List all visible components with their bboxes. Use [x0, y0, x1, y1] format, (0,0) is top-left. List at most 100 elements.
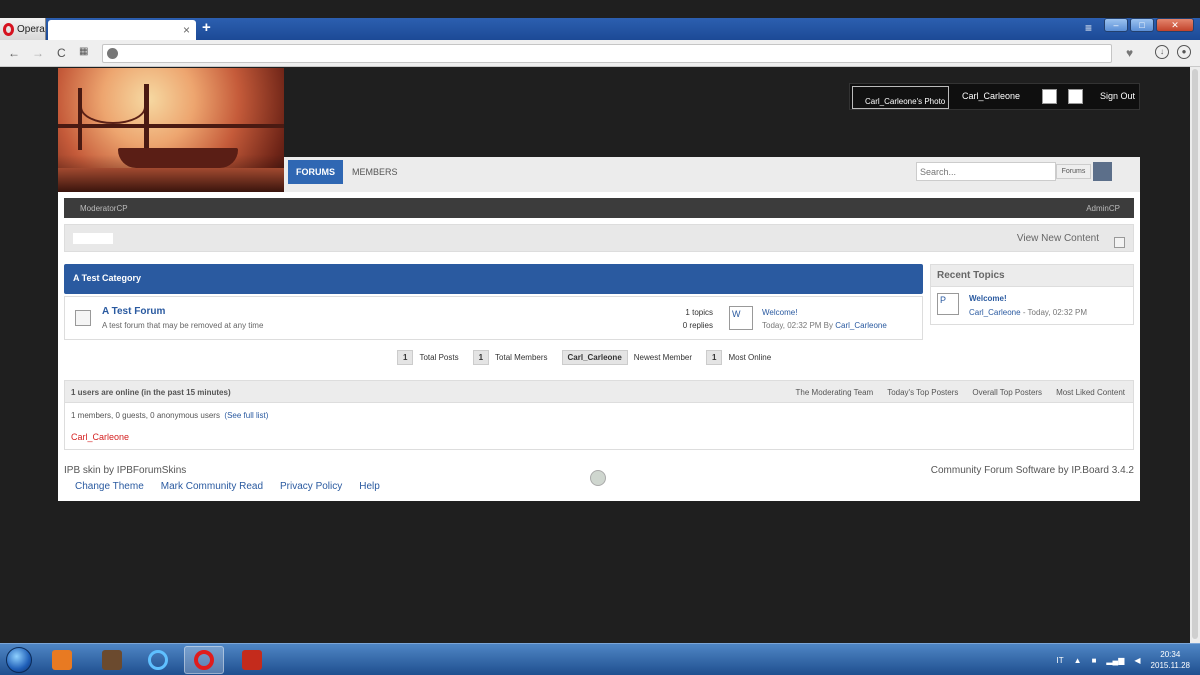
skin-credit: IPB skin by IPBForumSkins [64, 465, 187, 476]
download-icon[interactable]: ↓ [1155, 45, 1169, 59]
clock-date: 2015.11.28 [1150, 661, 1190, 670]
online-summary-text: 1 members, 0 guests, 0 anonymous users [71, 411, 220, 420]
privacy-policy-link[interactable]: Privacy Policy [280, 481, 342, 492]
forum-banner-logo[interactable] [58, 68, 284, 192]
internet-explorer-icon [148, 650, 168, 670]
see-full-list-link[interactable]: (See full list) [224, 411, 268, 420]
newest-member-link[interactable]: Carl_Carleone [561, 350, 628, 365]
account-icon[interactable]: ● [1177, 45, 1191, 59]
windows-taskbar: IT ▲ ■ ▂▄▆ ◀ 20:34 2015.11.28 [0, 643, 1200, 675]
search-input[interactable] [916, 162, 1056, 181]
recent-topic-avatar[interactable]: P [937, 293, 959, 315]
stat-label: Total Posts [419, 353, 459, 362]
stat-value: 1 [706, 350, 723, 365]
speed-dial-icon[interactable]: ▦ [79, 46, 88, 57]
close-window-button[interactable]: ✕ [1156, 18, 1194, 32]
reload-icon[interactable]: C [57, 46, 66, 60]
username-link[interactable]: Carl_Carleone [962, 91, 1020, 101]
network-icon[interactable]: ▂▄▆ [1106, 656, 1124, 665]
taskbar-internet-explorer[interactable] [138, 646, 178, 674]
category-header[interactable]: A Test Category [64, 264, 923, 294]
recent-topic-user-link[interactable]: Carl_Carleone [969, 308, 1021, 317]
site-info-icon[interactable] [107, 48, 118, 59]
moderating-team-link[interactable]: The Moderating Team [796, 388, 874, 397]
system-clock[interactable]: 20:34 2015.11.28 [1151, 649, 1190, 671]
category-title[interactable]: A Test Category [73, 273, 141, 283]
footer-links: Change Theme Mark Community Read Privacy… [75, 481, 380, 492]
recent-topic-date: - Today, 02:32 PM [1020, 308, 1087, 317]
forum-row: A Test Forum A test forum that may be re… [64, 296, 923, 340]
forum-status-icon [75, 310, 91, 326]
heart-icon[interactable]: ♥ [1126, 46, 1133, 60]
primary-nav: FORUMS MEMBERS Forums [284, 157, 1140, 192]
tray-expand-icon[interactable]: ▲ [1074, 656, 1082, 665]
admin-cp-link[interactable]: AdminCP [1086, 204, 1120, 213]
minimize-button[interactable]: – [1104, 18, 1128, 32]
scrollbar-thumb[interactable] [1192, 69, 1198, 639]
search-button[interactable] [1093, 162, 1112, 181]
recent-topics-widget: Recent Topics P Welcome! Carl_Carleone -… [930, 264, 1134, 325]
most-liked-content-link[interactable]: Most Liked Content [1056, 388, 1125, 397]
url-input[interactable] [102, 44, 1112, 63]
user-navigation: Carl_Carleone's Photo Carl_Carleone Sign… [849, 83, 1140, 110]
taskbar-media-player[interactable] [42, 646, 82, 674]
last-post-avatar[interactable]: W [729, 306, 753, 330]
language-indicator[interactable]: IT [1057, 656, 1064, 665]
tray-app-icon[interactable]: ■ [1092, 656, 1097, 665]
stat-label: Newest Member [633, 353, 693, 362]
tab-menu-icon[interactable]: ≡ [1085, 21, 1092, 35]
forward-icon[interactable]: → [32, 46, 44, 60]
notifications-icon[interactable] [1042, 89, 1057, 104]
recent-topics-title: Recent Topics [937, 270, 1005, 281]
board-stats: 1 Total Posts 1 Total Members Carl_Carle… [397, 350, 785, 365]
online-links: The Moderating Team Today's Top Posters … [796, 388, 1125, 397]
filezilla-icon [242, 650, 262, 670]
bridge-tower-left [78, 88, 82, 150]
maximize-button[interactable]: □ [1130, 18, 1154, 32]
main-content: ModeratorCP AdminCP View New Content A T… [58, 192, 1140, 501]
opera-logo-icon [3, 22, 14, 36]
forum-title-link[interactable]: A Test Forum [102, 306, 165, 317]
sign-out-link[interactable]: Sign Out [1100, 91, 1135, 101]
new-tab-button[interactable]: + [202, 19, 211, 36]
rss-icon[interactable] [1114, 237, 1125, 248]
taskbar-game[interactable] [92, 646, 132, 674]
admin-bar: ModeratorCP AdminCP [64, 198, 1134, 218]
forum-reply-count: 0 replies [682, 321, 713, 330]
forum-topic-count: 1 topics [685, 308, 713, 317]
mark-community-read-link[interactable]: Mark Community Read [161, 481, 263, 492]
back-icon[interactable]: ← [8, 46, 20, 60]
todays-top-posters-link[interactable]: Today's Top Posters [887, 388, 958, 397]
stat-value: 1 [472, 350, 490, 365]
moderator-cp-link[interactable]: ModeratorCP [80, 204, 128, 213]
help-link[interactable]: Help [359, 481, 380, 492]
banner-water [58, 168, 284, 192]
change-theme-link[interactable]: Change Theme [75, 481, 144, 492]
tab-close-icon[interactable]: × [183, 23, 190, 37]
bridge-cable [80, 90, 146, 124]
breadcrumb-home[interactable] [73, 233, 113, 244]
taskbar-filezilla[interactable] [232, 646, 272, 674]
recent-topic-link[interactable]: Welcome! [969, 294, 1007, 303]
online-user-link[interactable]: Carl_Carleone [71, 432, 129, 442]
tab-members[interactable]: MEMBERS [352, 167, 398, 177]
page-scrollbar[interactable] [1190, 67, 1200, 643]
opera-menu-button[interactable]: Opera [0, 18, 46, 40]
tab-forums[interactable]: FORUMS [288, 160, 343, 184]
search-scope-select[interactable]: Forums [1056, 164, 1091, 179]
last-post-title-link[interactable]: Welcome! [762, 308, 797, 317]
software-credit[interactable]: Community Forum Software by IP.Board 3.4… [931, 465, 1134, 476]
bridge-deck [58, 124, 284, 128]
last-post-user-link[interactable]: Carl_Carleone [835, 321, 887, 330]
start-button[interactable] [6, 647, 32, 673]
view-new-content-link[interactable]: View New Content [1017, 233, 1099, 244]
taskbar-opera[interactable] [184, 646, 224, 674]
overall-top-posters-link[interactable]: Overall Top Posters [972, 388, 1042, 397]
media-player-icon [52, 650, 72, 670]
banner-ship [118, 148, 238, 168]
user-photo[interactable]: Carl_Carleone's Photo [852, 86, 949, 109]
browser-tab[interactable]: × [48, 20, 196, 40]
inbox-icon[interactable] [1068, 89, 1083, 104]
address-toolbar: ← → C ▦ ♥ ↓ ● [0, 40, 1200, 67]
volume-icon[interactable]: ◀ [1134, 656, 1140, 665]
